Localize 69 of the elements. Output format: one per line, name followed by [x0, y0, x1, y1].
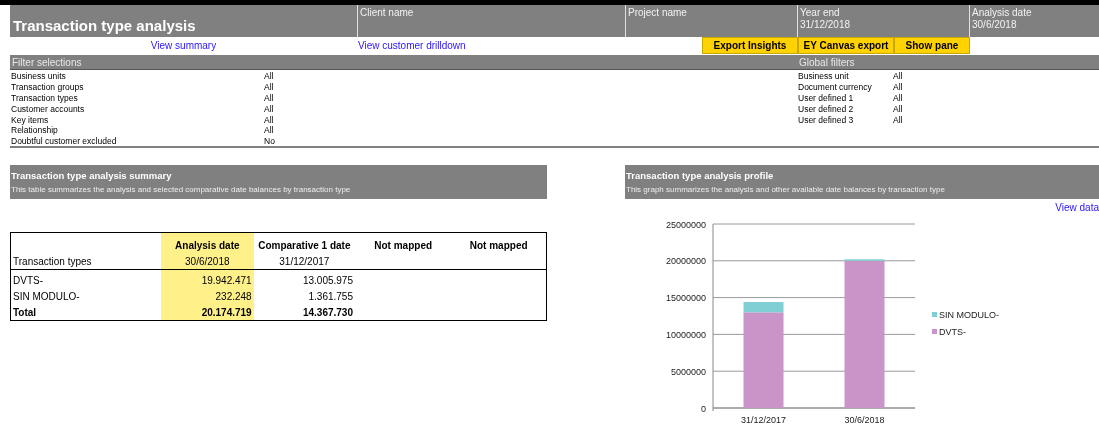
legend-label: SIN MODULO-: [939, 310, 999, 320]
filter-label: Key items: [10, 114, 50, 126]
table-cell: 19.942.471: [201, 274, 252, 286]
table-cell: SIN MODULO-: [13, 290, 80, 302]
filter-value: All: [893, 71, 903, 82]
column-header: Analysis date: [175, 239, 240, 251]
header-value: 30/6/2018: [972, 19, 1018, 31]
filter-value: All: [264, 114, 274, 126]
filter-label: User defined 2: [798, 103, 855, 115]
section-title: Transaction type analysis profile: [626, 170, 775, 181]
table-cell: DVTS-: [13, 274, 43, 286]
filter-value: All: [893, 103, 903, 115]
header-label: Year end: [800, 7, 841, 19]
column-header: Not mapped: [469, 239, 528, 251]
section-description: This table summarizes the analysis and selected comparative date balances by transaction type: [11, 185, 352, 194]
table-cell: 1.361.755: [308, 290, 353, 302]
filter-label: Doubtful customer excluded: [10, 136, 118, 148]
filter-label: Relationship: [10, 125, 59, 137]
filter-value: All: [893, 81, 903, 93]
view-data-link[interactable]: View data: [1055, 202, 1099, 213]
axis-label: 15000000: [665, 293, 706, 304]
page-title: Transaction type analysis: [13, 17, 197, 35]
toolbar-button[interactable]: Export Insights: [702, 37, 798, 54]
axis-label: 31/12/2017: [741, 415, 786, 425]
axis-label: 10000000: [665, 329, 706, 340]
axis-label: 25000000: [665, 219, 706, 230]
section-description: This graph summarizes the analysis and other available date balances by transaction type: [626, 185, 946, 194]
view-summary-link[interactable]: View summary: [150, 40, 217, 51]
section-title: Transaction type analysis summary: [11, 170, 173, 181]
toolbar-button[interactable]: EY Canvas export: [798, 37, 894, 54]
filter-label: Document currency: [798, 81, 873, 93]
table-cell: 14.367.730: [302, 306, 353, 318]
axis-label: 20000000: [665, 256, 706, 267]
filter-value: No: [264, 136, 275, 148]
column-subheader: 31/12/2017: [279, 255, 330, 267]
filter-label: Business unit: [798, 71, 850, 82]
toolbar-button[interactable]: Show pane: [894, 37, 970, 54]
filter-label: Transaction types: [10, 92, 79, 104]
axis-label: 5000000: [670, 366, 706, 377]
filter-label: Customer accounts: [10, 103, 86, 115]
legend-label: DVTS-: [939, 327, 966, 337]
filter-value: All: [264, 92, 274, 104]
filter-label: Business units: [10, 71, 67, 82]
filter-label: User defined 3: [798, 114, 855, 126]
filter-value: All: [264, 81, 274, 93]
filter-value: All: [264, 71, 274, 82]
column-subheader: 30/6/2018: [185, 255, 230, 267]
table-cell: 232.248: [215, 290, 252, 302]
filter-label: Transaction groups: [10, 81, 85, 93]
axis-label: 30/6/2018: [844, 415, 885, 425]
header-label: Analysis date: [972, 7, 1033, 19]
table-cell: 13.005.975: [302, 274, 353, 286]
section-header: Global filters: [799, 56, 855, 68]
column-header: Not mapped: [374, 239, 433, 251]
filter-label: User defined 1: [798, 92, 855, 104]
view-customer-drilldown-link[interactable]: View customer drilldown: [358, 40, 466, 51]
table-cell: 20.174.719: [201, 306, 252, 318]
column-subheader: Transaction types: [13, 255, 92, 267]
axis-label: 0: [701, 403, 706, 414]
column-header: Comparative 1 date: [258, 239, 351, 251]
header-label: Project name: [628, 7, 688, 19]
header-value: 31/12/2018: [800, 19, 852, 31]
filter-value: All: [264, 103, 274, 115]
table-cell: Total: [13, 306, 37, 318]
header-label: Client name: [360, 7, 415, 19]
filter-value: All: [893, 114, 903, 126]
section-header: Filter selections: [11, 56, 83, 68]
filter-value: All: [893, 92, 903, 104]
filter-value: All: [264, 125, 274, 137]
